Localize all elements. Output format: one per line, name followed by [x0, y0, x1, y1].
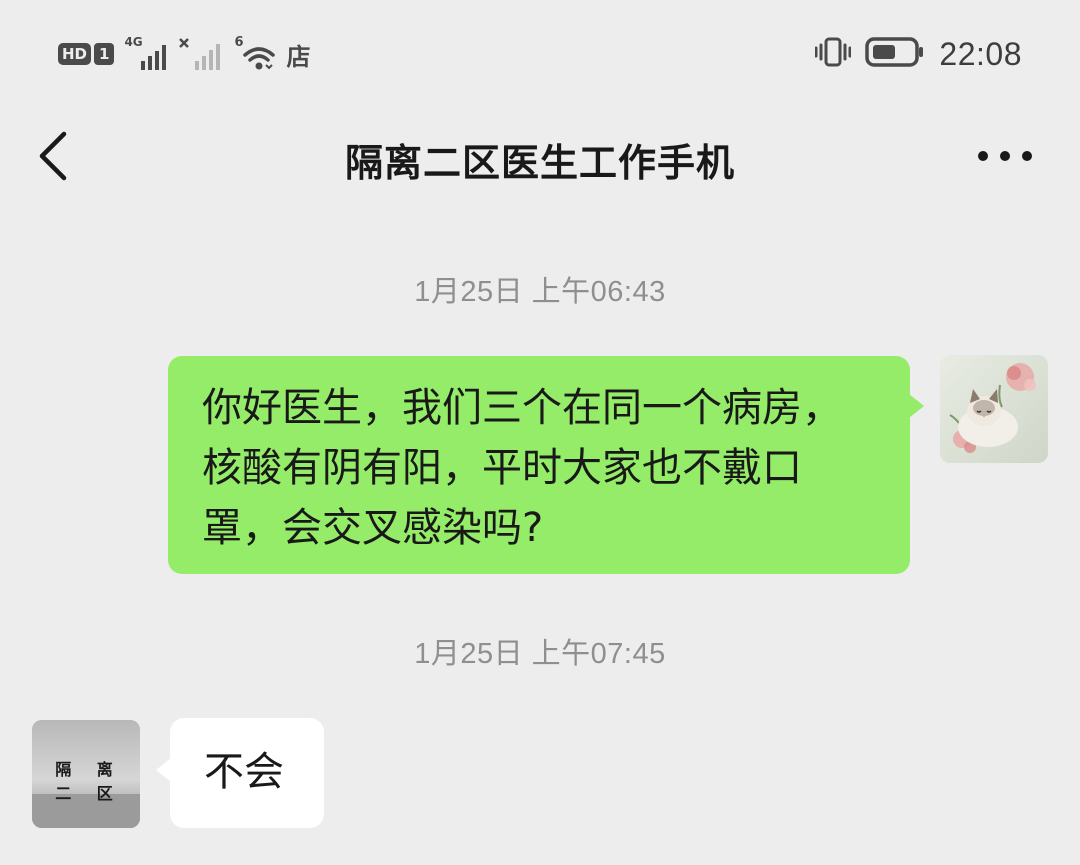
battery-icon	[865, 37, 925, 71]
signal-weak-icon	[178, 37, 226, 71]
hd-icon: HD 1	[58, 43, 115, 65]
message-bubble-received[interactable]: 不会	[156, 718, 324, 828]
status-bar-left: HD 1 4G 6 店	[58, 35, 311, 72]
avatar[interactable]	[940, 355, 1048, 463]
status-bar-right: 22:08	[814, 34, 1022, 74]
store-label: 店	[286, 42, 311, 71]
avatar[interactable]: 隔 离 二 区	[32, 720, 140, 828]
signal-icon: 4G	[122, 35, 170, 71]
more-dots-icon	[978, 151, 1032, 161]
avatar-sign-text: 隔 离 二 区	[55, 760, 123, 803]
message-text: 不会	[204, 749, 284, 795]
chat-header: 隔离二区医生工作手机	[0, 110, 1080, 202]
wifi-icon: 6	[234, 35, 276, 71]
chat-title: 隔离二区医生工作手机	[344, 141, 735, 185]
cat-avatar-image	[940, 355, 1048, 463]
message-timestamp: 1月25日 上午07:45	[414, 638, 666, 670]
hd-label: HD	[58, 43, 92, 65]
message-timestamp: 1月25日 上午06:43	[414, 276, 666, 308]
more-button[interactable]	[974, 138, 1036, 174]
sim-label: 1	[94, 43, 115, 65]
message-text-line: 罩，会交叉感染吗?	[202, 505, 544, 551]
message-text-line: 核酸有阴有阳，平时大家也不戴口	[202, 445, 802, 491]
bubble-tail	[909, 394, 924, 418]
vibrate-icon	[814, 37, 852, 71]
clock: 22:08	[939, 35, 1022, 72]
message-bubble-sent[interactable]: 你好医生，我们三个在同一个病房， 核酸有阴有阳，平时大家也不戴口 罩，会交叉感染…	[168, 356, 924, 574]
status-bar: HD 1 4G 6 店 22:08	[0, 0, 1080, 100]
bubble-tail	[156, 758, 171, 782]
message-text-line: 你好医生，我们三个在同一个病房，	[202, 385, 842, 431]
